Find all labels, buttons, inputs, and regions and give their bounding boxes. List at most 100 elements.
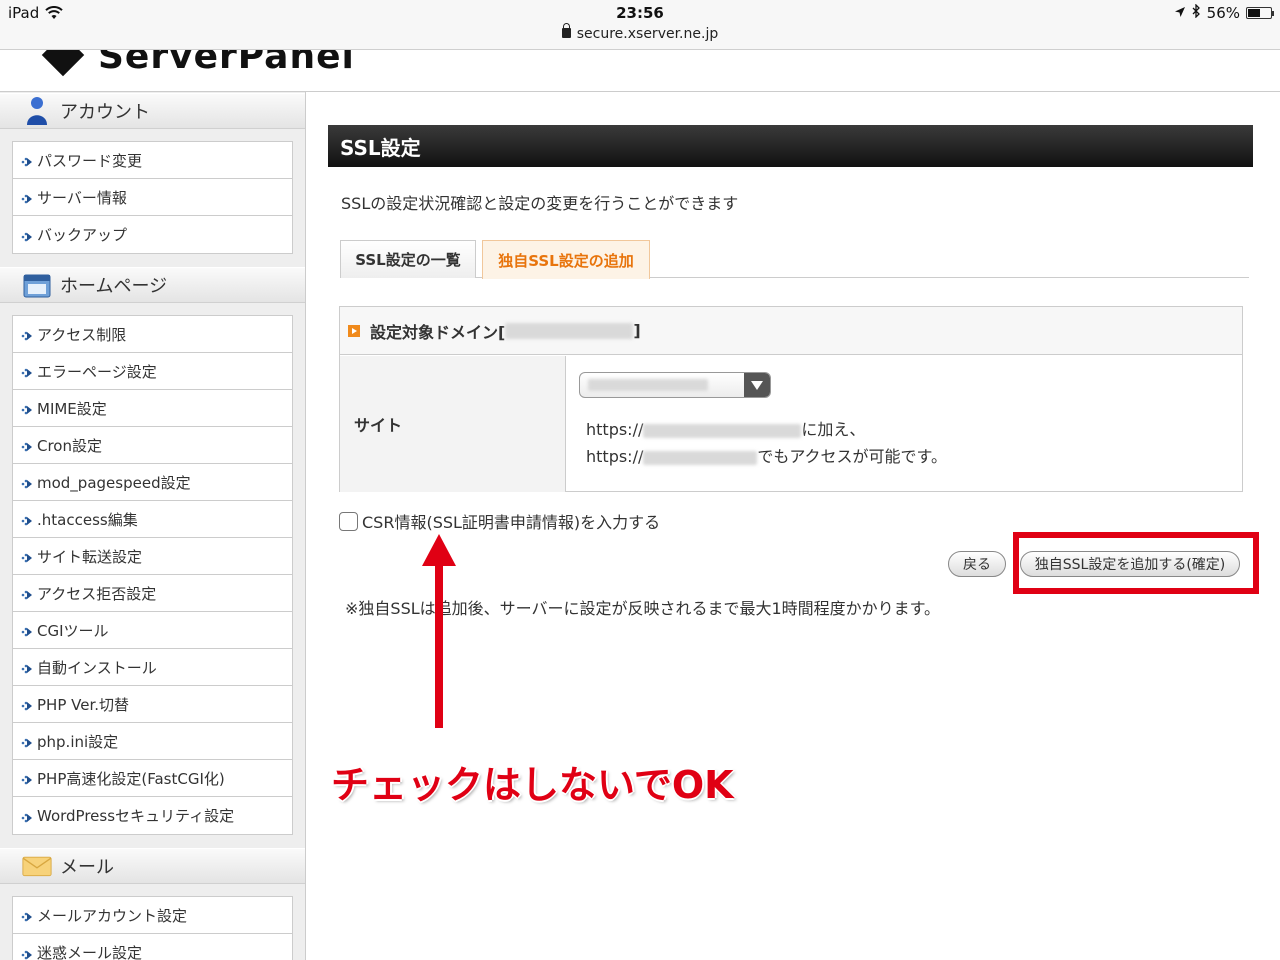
arrow-bullet-icon — [21, 909, 33, 922]
url-text: secure.xserver.ne.jp — [576, 26, 719, 42]
sidebar-item-cgi-tool[interactable]: CGIツール — [13, 612, 292, 649]
sidebar-menu: パスワード変更 サーバー情報 バックアップ — [12, 141, 293, 254]
sidebar-item-label: .htaccess編集 — [37, 510, 138, 529]
sidebar-item-access-deny[interactable]: アクセス拒否設定 — [13, 575, 292, 612]
person-icon — [22, 96, 52, 126]
sidebar: アカウント パスワード変更 サーバー情報 バックアップ ホームページ アクセス制… — [0, 92, 306, 960]
site-label: サイト — [340, 356, 566, 492]
sidebar-item-password[interactable]: パスワード変更 — [13, 142, 292, 179]
battery-icon — [1246, 7, 1274, 19]
sidebar-section-title: ホームページ — [60, 276, 168, 297]
arrow-bullet-icon — [21, 661, 33, 674]
redacted-url — [643, 450, 758, 465]
url-line-1: https:// に加え、 — [586, 416, 865, 440]
header: ServerPanel — [0, 50, 1280, 92]
battery-percent: 56% — [1206, 4, 1240, 22]
sidebar-item-spam[interactable]: 迷惑メール設定 — [13, 934, 292, 960]
sidebar-section-title: メール — [60, 857, 114, 878]
status-bar: iPad 23:56 secure.xserver.ne.jp 56% — [0, 0, 1280, 50]
page-title: SSL設定 — [328, 125, 1253, 167]
url-suffix: でもアクセスが可能です。 — [757, 447, 947, 466]
tab-bar: SSL設定の一覧 独自SSL設定の追加 — [340, 240, 1249, 279]
sidebar-item-error-page[interactable]: エラーページ設定 — [13, 353, 292, 390]
bluetooth-icon — [1192, 3, 1201, 22]
sidebar-section-body: パスワード変更 サーバー情報 バックアップ — [0, 129, 305, 266]
back-button[interactable]: 戻る — [948, 551, 1006, 577]
csr-label: CSR情報(SSL証明書申請情報)を入力する — [362, 513, 661, 532]
arrow-bullet-icon — [21, 735, 33, 748]
arrow-bullet-icon — [21, 229, 33, 241]
logo-mark-icon — [41, 50, 85, 77]
sidebar-item-label: CGIツール — [37, 621, 109, 640]
sidebar-section-body: メールアカウント設定 迷惑メール設定 — [0, 884, 305, 960]
main-content: SSL設定 SSLの設定状況確認と設定の変更を行うことができます SSL設定の一… — [307, 92, 1280, 960]
sidebar-item-label: パスワード変更 — [37, 151, 143, 170]
sidebar-item-mime[interactable]: MIME設定 — [13, 390, 292, 427]
redacted-site-value — [588, 379, 708, 391]
tab-add-ssl[interactable]: 独自SSL設定の追加 — [482, 240, 650, 279]
location-arrow-icon — [1174, 4, 1186, 22]
csr-checkbox[interactable] — [339, 511, 358, 531]
chevron-down-icon — [744, 373, 770, 397]
sidebar-item-pagespeed[interactable]: mod_pagespeed設定 — [13, 464, 292, 501]
clock: 23:56 — [616, 4, 664, 22]
window-icon — [22, 270, 52, 300]
arrow-bullet-icon — [21, 550, 33, 563]
sidebar-item-auto-install[interactable]: 自動インストール — [13, 649, 292, 686]
sidebar-item-label: サーバー情報 — [37, 188, 127, 207]
sidebar-section-homepage: ホームページ — [0, 267, 305, 303]
arrow-bullet-icon — [21, 154, 33, 167]
play-bullet-icon — [348, 324, 360, 337]
arrow-bullet-icon — [21, 772, 33, 785]
sidebar-section-title: アカウント — [60, 102, 150, 123]
sidebar-item-access-restriction[interactable]: アクセス制限 — [13, 316, 292, 353]
sidebar-item-label: PHP Ver.切替 — [37, 695, 130, 714]
sidebar-section-mail: メール — [0, 848, 305, 884]
highlight-box — [1013, 532, 1259, 594]
sidebar-item-php-version[interactable]: PHP Ver.切替 — [13, 686, 292, 723]
arrow-bullet-icon — [21, 476, 33, 489]
site-select[interactable] — [579, 372, 771, 398]
ssl-form: 設定対象ドメイン[ ] サイト https:// に加え、 https:// でもア… — [339, 306, 1243, 492]
sidebar-item-label: 自動インストール — [37, 658, 157, 677]
sidebar-menu: メールアカウント設定 迷惑メール設定 — [12, 896, 293, 960]
form-heading-suffix: ] — [633, 321, 641, 340]
sidebar-item-mail-account[interactable]: メールアカウント設定 — [13, 897, 292, 934]
tab-ssl-list[interactable]: SSL設定の一覧 — [340, 240, 476, 278]
annotation-text: チェックはしないでOK — [331, 763, 734, 807]
sidebar-item-label: php.ini設定 — [37, 732, 119, 751]
url-suffix: に加え、 — [801, 420, 866, 439]
sidebar-menu: アクセス制限 エラーページ設定 MIME設定 Cron設定 mod_pagesp… — [12, 315, 293, 835]
arrow-bullet-icon — [21, 402, 33, 415]
sidebar-item-label: アクセス制限 — [37, 325, 127, 344]
sidebar-item-label: アクセス拒否設定 — [37, 584, 157, 603]
sidebar-item-wp-security[interactable]: WordPressセキュリティ設定 — [13, 797, 292, 834]
sidebar-item-label: 迷惑メール設定 — [37, 944, 143, 960]
sidebar-item-site-forward[interactable]: サイト転送設定 — [13, 538, 292, 575]
url-prefix: https:// — [586, 447, 644, 466]
sidebar-item-label: サイト転送設定 — [37, 547, 143, 566]
form-heading-prefix: 設定対象ドメイン[ — [370, 322, 506, 342]
sidebar-item-php-ini[interactable]: php.ini設定 — [13, 723, 292, 760]
sidebar-item-label: mod_pagespeed設定 — [37, 473, 191, 492]
logo[interactable]: ServerPanel — [98, 50, 355, 77]
sidebar-item-cron[interactable]: Cron設定 — [13, 427, 292, 464]
arrow-bullet-icon — [21, 698, 33, 711]
sidebar-item-htaccess[interactable]: .htaccess編集 — [13, 501, 292, 538]
sidebar-item-php-fastcgi[interactable]: PHP高速化設定(FastCGI化) — [13, 760, 292, 797]
up-arrow-icon — [419, 532, 459, 736]
csr-option[interactable]: CSR情報(SSL証明書申請情報)を入力する — [339, 509, 660, 533]
redacted-url — [643, 423, 802, 438]
sidebar-item-label: Cron設定 — [37, 436, 102, 455]
lock-icon — [561, 23, 571, 38]
arrow-bullet-icon — [21, 624, 33, 637]
sidebar-item-label: PHP高速化設定(FastCGI化) — [37, 769, 225, 788]
address-bar[interactable]: secure.xserver.ne.jp — [0, 23, 1280, 42]
sidebar-item-backup[interactable]: バックアップ — [13, 216, 292, 253]
battery-level — [1248, 9, 1261, 17]
sidebar-item-label: メールアカウント設定 — [37, 906, 188, 925]
url-prefix: https:// — [586, 420, 644, 439]
envelope-icon — [22, 851, 52, 881]
sidebar-item-server-info[interactable]: サーバー情報 — [13, 179, 292, 216]
arrow-bullet-icon — [21, 587, 33, 600]
